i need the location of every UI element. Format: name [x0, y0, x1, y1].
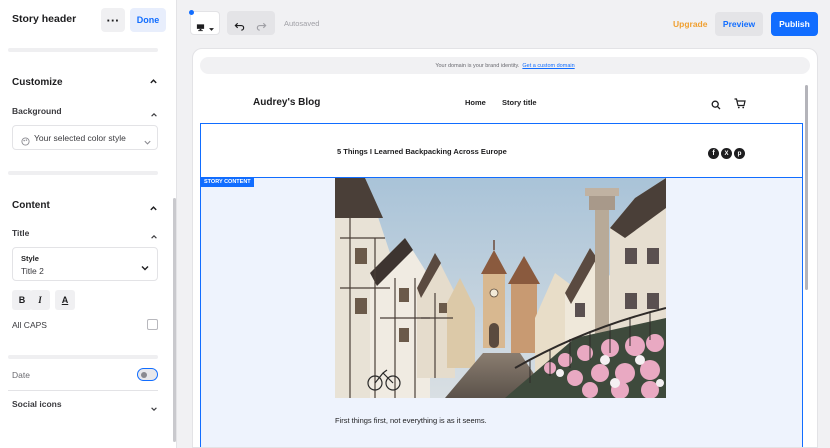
- customize-collapse-icon[interactable]: [149, 77, 158, 89]
- site-preview-frame: Your domain is your brand identity. Get …: [192, 48, 818, 448]
- cart-icon[interactable]: [734, 96, 746, 114]
- customize-section-title: Customize: [12, 77, 63, 88]
- redo-icon[interactable]: [256, 18, 267, 36]
- domain-banner-text: Your domain is your brand identity.: [435, 62, 520, 69]
- active-indicator: [189, 10, 194, 15]
- story-body-text[interactable]: First things first, not everything is as…: [335, 416, 487, 425]
- story-content-section[interactable]: STORY CONTENT First things first, not ev…: [200, 178, 803, 447]
- date-toggle[interactable]: [137, 368, 158, 381]
- section-divider: [8, 355, 158, 359]
- history-controls: [227, 11, 275, 35]
- chevron-down-icon: [208, 20, 215, 38]
- text-color-button[interactable]: A: [55, 290, 75, 310]
- domain-banner: Your domain is your brand identity. Get …: [200, 57, 810, 74]
- medieval-street-photo: [335, 178, 666, 398]
- settings-sidebar: Story header ··· Done Customize Backgrou…: [0, 0, 177, 448]
- title-settings-label: Title: [12, 228, 30, 238]
- social-icons-bar: f X p: [708, 148, 745, 159]
- undo-icon[interactable]: [234, 18, 245, 36]
- desktop-icon: [196, 19, 205, 37]
- all-caps-checkbox[interactable]: [147, 319, 158, 330]
- toggle-knob: [141, 371, 147, 378]
- custom-domain-link[interactable]: Get a custom domain: [522, 63, 574, 69]
- autosave-status: Autosaved: [284, 19, 320, 28]
- search-icon[interactable]: [711, 97, 721, 115]
- style-field-value: Title 2: [21, 266, 44, 276]
- title-style-select[interactable]: Style Title 2: [12, 247, 158, 281]
- done-button[interactable]: Done: [130, 8, 166, 32]
- pinterest-icon[interactable]: p: [734, 148, 745, 159]
- device-switcher[interactable]: [189, 10, 220, 38]
- section-divider: [8, 171, 158, 175]
- bold-button[interactable]: B: [12, 290, 32, 310]
- social-icons-expand-icon[interactable]: [150, 400, 158, 418]
- background-color-value: Your selected color style: [34, 133, 126, 143]
- story-content-badge: STORY CONTENT: [201, 178, 254, 187]
- canvas-scrollbar[interactable]: [805, 85, 808, 290]
- section-divider: [8, 48, 158, 52]
- upgrade-link[interactable]: Upgrade: [673, 19, 707, 29]
- nav-item-home[interactable]: Home: [465, 98, 486, 107]
- nav-item-story-title[interactable]: Story title: [502, 98, 537, 107]
- preview-button[interactable]: Preview: [715, 12, 763, 36]
- more-options-button[interactable]: ···: [101, 8, 125, 32]
- palette-icon: [21, 133, 30, 151]
- all-caps-label: All CAPS: [12, 320, 47, 330]
- social-icons-label: Social icons: [12, 399, 62, 409]
- editor-toolbar: Autosaved Upgrade Preview Publish: [178, 0, 830, 48]
- story-title[interactable]: 5 Things I Learned Backpacking Across Eu…: [337, 147, 507, 156]
- sidebar-title: Story header: [12, 13, 77, 25]
- publish-button[interactable]: Publish: [771, 12, 818, 36]
- italic-button[interactable]: I: [30, 290, 50, 310]
- row-divider: [8, 390, 158, 391]
- content-section-title: Content: [12, 200, 50, 211]
- style-field-label: Style: [21, 254, 39, 263]
- story-image[interactable]: [335, 178, 666, 398]
- background-color-select[interactable]: Your selected color style: [12, 125, 158, 150]
- blog-name[interactable]: Audrey's Blog: [253, 97, 320, 108]
- content-collapse-icon[interactable]: [149, 200, 158, 218]
- date-label: Date: [12, 370, 30, 380]
- chevron-down-icon: [140, 260, 150, 278]
- facebook-icon[interactable]: f: [708, 148, 719, 159]
- chevron-down-icon: [143, 134, 152, 152]
- story-header-section[interactable]: 5 Things I Learned Backpacking Across Eu…: [200, 123, 803, 178]
- background-collapse-icon[interactable]: [150, 106, 158, 124]
- title-collapse-icon[interactable]: [150, 228, 158, 246]
- background-label: Background: [12, 106, 62, 116]
- x-twitter-icon[interactable]: X: [721, 148, 732, 159]
- sidebar-scrollbar[interactable]: [173, 198, 176, 442]
